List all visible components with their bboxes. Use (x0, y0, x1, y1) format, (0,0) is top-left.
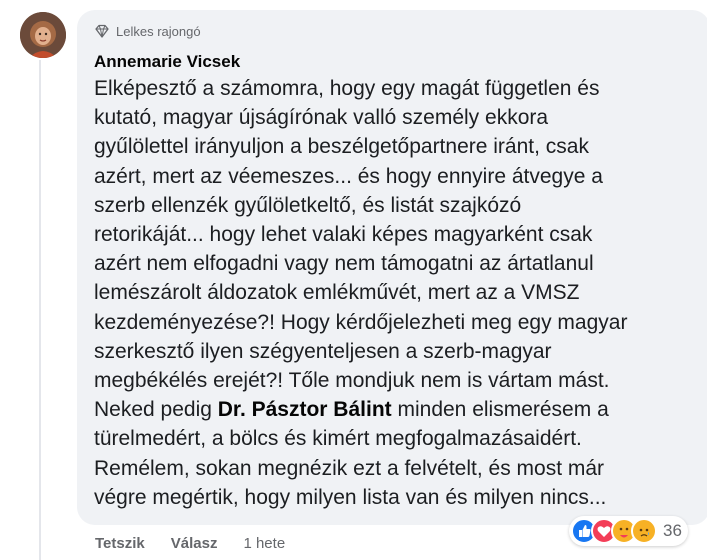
badge-row: Lelkes rajongó (94, 22, 696, 40)
thread-line (39, 60, 41, 560)
author-name[interactable]: Annemarie Vicsek (94, 52, 696, 72)
comment-bubble: Lelkes rajongó Annemarie Vicsek Elképesz… (77, 10, 707, 525)
sad-icon (631, 518, 657, 544)
badge-label: Lelkes rajongó (116, 23, 201, 39)
reaction-count: 36 (663, 521, 682, 540)
comment-text-before: Elképesztő a számomra, hogy egy magát fü… (94, 77, 628, 422)
reaction-summary[interactable]: 36 (569, 516, 688, 546)
timestamp[interactable]: 1 hete (243, 535, 285, 552)
mention-link[interactable]: Dr. Pásztor Bálint (218, 398, 392, 421)
like-button[interactable]: Tetszik (95, 535, 145, 552)
comment-actions: Tetszik Válasz 1 hete (95, 535, 285, 552)
diamond-icon (94, 23, 110, 39)
reply-button[interactable]: Válasz (171, 535, 218, 552)
avatar[interactable] (20, 12, 66, 58)
comment-text: Elképesztő a számomra, hogy egy magát fü… (94, 74, 694, 512)
